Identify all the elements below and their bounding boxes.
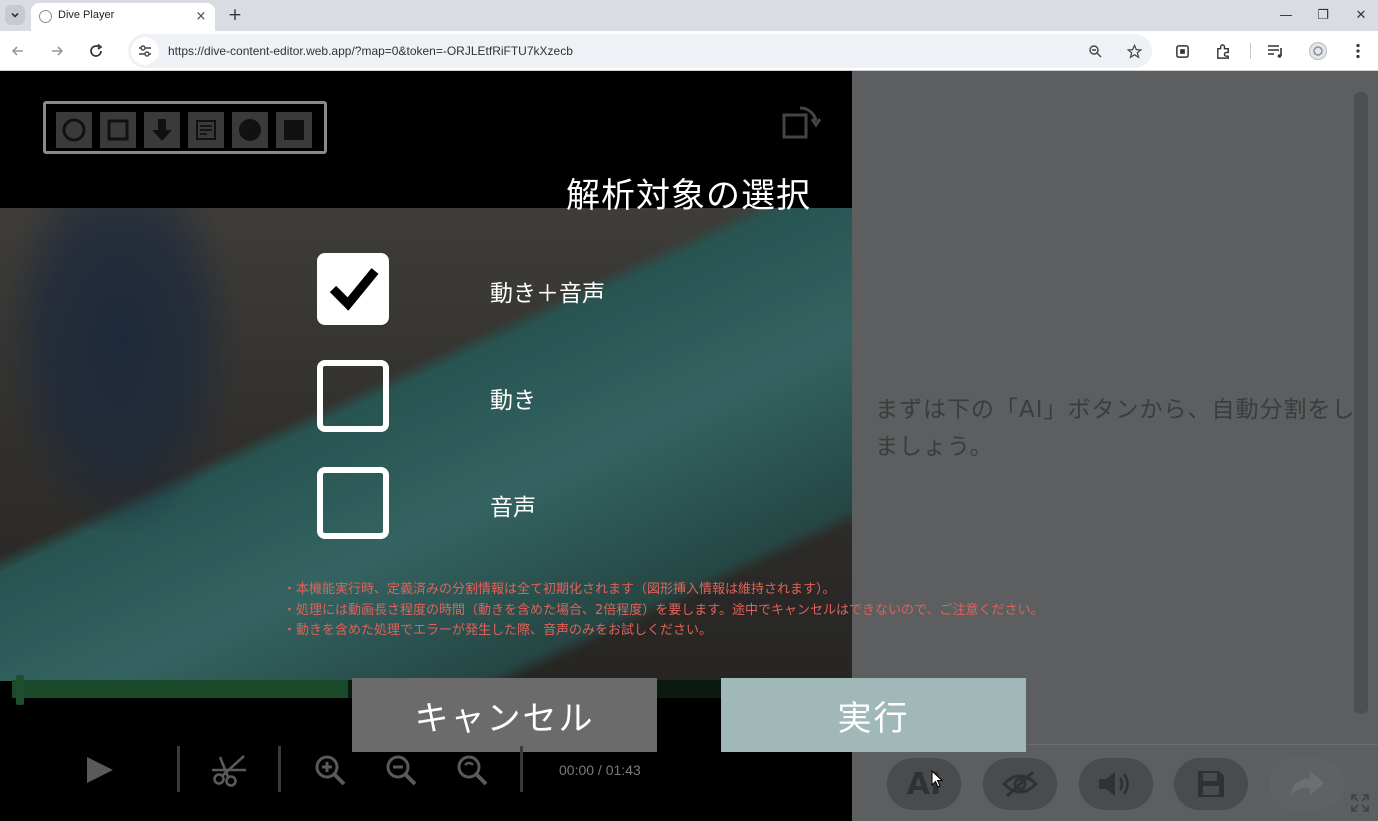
reload-icon <box>90 43 103 57</box>
arrow-down-icon <box>152 119 172 141</box>
zoom-out-button[interactable] <box>383 752 419 788</box>
option-motion-checkbox[interactable] <box>317 360 389 432</box>
fullscreen-icon[interactable] <box>1349 792 1371 814</box>
url-text: https://dive-content-editor.web.app/?map… <box>168 44 573 58</box>
new-tab-button[interactable]: + <box>225 5 245 25</box>
zoom-out-icon <box>386 755 417 786</box>
note-line: ・処理には動画長さ程度の時間（動きを含めた場合、2倍程度）を要します。途中でキャ… <box>283 602 1044 618</box>
profile-avatar-icon[interactable] <box>1307 40 1329 62</box>
square-outline-tool[interactable] <box>100 112 136 148</box>
rotate-icon[interactable] <box>780 103 822 143</box>
option-motion-label: 動き <box>490 388 536 414</box>
address-bar[interactable]: https://dive-content-editor.web.app/?map… <box>128 34 1152 68</box>
scissors-icon <box>212 755 246 787</box>
browser-tab-bar: Dive Player × + — ❐ ✕ <box>0 0 1378 31</box>
save-button[interactable] <box>1174 758 1248 810</box>
toolbar-separator <box>1250 43 1251 59</box>
cut-button[interactable] <box>208 752 250 788</box>
arrow-right-icon <box>52 46 64 56</box>
forward-button[interactable] <box>45 39 69 63</box>
option-audio-checkbox[interactable] <box>317 467 389 539</box>
note-tool[interactable] <box>188 112 224 148</box>
circle-outline-tool[interactable] <box>56 112 92 148</box>
play-icon <box>87 757 113 783</box>
save-icon <box>1198 771 1224 797</box>
media-queue-icon[interactable] <box>1265 40 1287 62</box>
checkmark-icon <box>329 268 379 311</box>
ai-button[interactable]: AI <box>887 758 961 810</box>
minimize-button[interactable]: — <box>1275 5 1297 25</box>
option-motion-audio-label: 動き＋音声 <box>490 281 605 307</box>
close-window-button[interactable]: ✕ <box>1350 5 1372 25</box>
zoom-in-button[interactable] <box>312 752 348 788</box>
control-separator <box>520 746 523 792</box>
tab-search-button[interactable] <box>5 5 25 25</box>
circle-filled-icon <box>239 119 261 141</box>
share-button[interactable] <box>1270 758 1344 810</box>
arrow-down-tool[interactable] <box>144 112 180 148</box>
zoom-reset-icon <box>457 755 488 786</box>
timeline-progress <box>12 680 348 698</box>
square-filled-tool[interactable] <box>276 112 312 148</box>
tab-title: Dive Player <box>58 9 115 21</box>
bookmark-star-icon[interactable] <box>1124 41 1144 61</box>
square-outline-icon <box>107 119 129 141</box>
circle-filled-tool[interactable] <box>232 112 268 148</box>
zoom-in-icon <box>315 755 346 786</box>
option-audio-label: 音声 <box>490 495 536 521</box>
share-arrow-icon <box>1290 771 1324 797</box>
volume-button[interactable] <box>1079 758 1153 810</box>
globe-icon <box>39 10 52 23</box>
cancel-button[interactable]: キャンセル <box>352 678 657 752</box>
more-menu-icon[interactable] <box>1347 40 1369 62</box>
zoom-icon[interactable] <box>1085 41 1105 61</box>
site-info-button[interactable] <box>131 37 159 65</box>
option-motion-audio-checkbox[interactable] <box>317 253 389 325</box>
tune-icon <box>139 45 151 57</box>
square-filled-icon <box>284 120 304 140</box>
modal-title: 解析対象の選択 <box>566 176 811 216</box>
note-line: ・動きを含めた処理でエラーが発生した際、音声のみをお試しください。 <box>283 623 713 638</box>
timeline-handle[interactable] <box>16 675 24 705</box>
arrow-left-icon <box>11 46 23 56</box>
note-line: ・本機能実行時、定義済みの分割情報は全て初期化されます（図形挿入情報は維持されま… <box>283 582 836 597</box>
modal-notes: ・本機能実行時、定義済みの分割情報は全て初期化されます（図形挿入情報は維持されま… <box>283 580 1093 642</box>
note-icon <box>196 120 216 140</box>
circle-outline-icon <box>62 118 86 142</box>
browser-tab[interactable]: Dive Player × <box>31 3 215 31</box>
tab-close-button[interactable]: × <box>192 7 210 25</box>
shape-toolbar <box>43 101 327 154</box>
zoom-reset-button[interactable] <box>454 752 490 788</box>
restore-button[interactable]: ❐ <box>1312 5 1334 25</box>
extensions-icon[interactable] <box>1212 40 1234 62</box>
run-button[interactable]: 実行 <box>721 678 1026 752</box>
time-display: 00:00 / 01:43 <box>559 762 641 778</box>
hide-button[interactable] <box>983 758 1057 810</box>
mouse-cursor-icon <box>931 770 943 788</box>
screenshot-icon[interactable] <box>1171 40 1193 62</box>
volume-icon <box>1099 772 1129 796</box>
chevron-down-icon <box>11 12 19 18</box>
browser-toolbar: https://dive-content-editor.web.app/?map… <box>0 31 1378 71</box>
play-button[interactable] <box>82 752 116 788</box>
eye-off-icon <box>1002 770 1038 798</box>
hint-text: まずは下の「AI」ボタンから、自動分割をしましょう。 <box>875 397 1356 460</box>
back-button[interactable] <box>6 39 30 63</box>
control-separator <box>278 746 281 792</box>
control-separator <box>177 746 180 792</box>
reload-button[interactable] <box>84 39 108 63</box>
